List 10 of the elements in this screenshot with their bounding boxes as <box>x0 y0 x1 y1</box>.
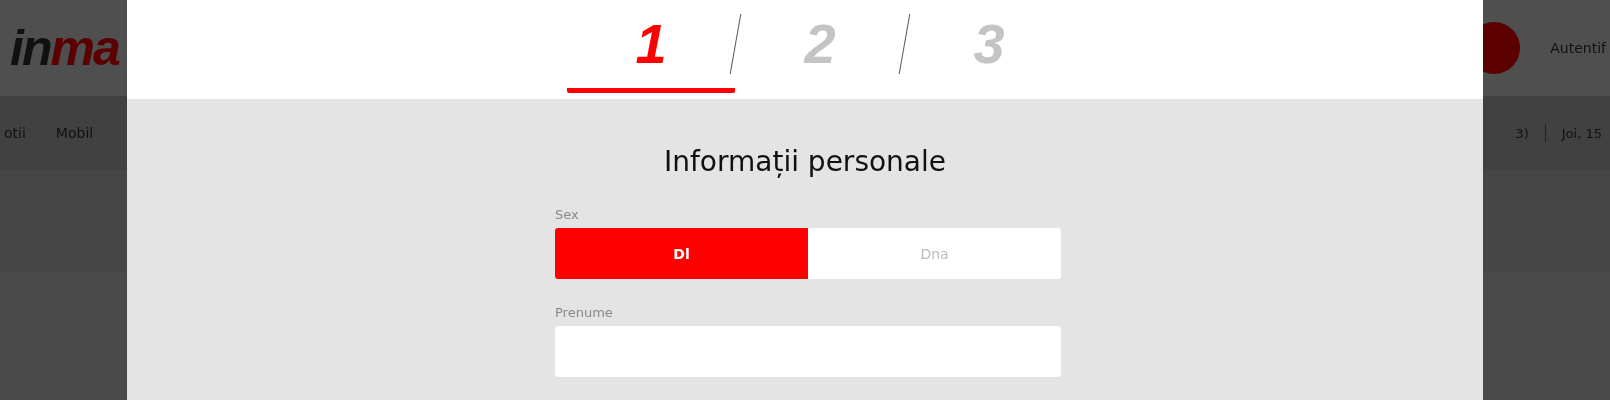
dialog-title: Informații personale <box>664 145 946 180</box>
logo[interactable]: inma <box>10 19 119 77</box>
step-tab[interactable]: 3 <box>905 0 1073 93</box>
step-tab[interactable]: 2 <box>736 0 904 93</box>
field-label: Sex <box>555 207 580 222</box>
input-field[interactable] <box>555 326 1061 377</box>
login-link[interactable]: Autentif <box>1550 40 1606 56</box>
step-tab[interactable]: 1 <box>567 0 735 93</box>
sex-option[interactable]: Dl <box>555 228 808 279</box>
field-label: Prenume <box>555 305 614 320</box>
